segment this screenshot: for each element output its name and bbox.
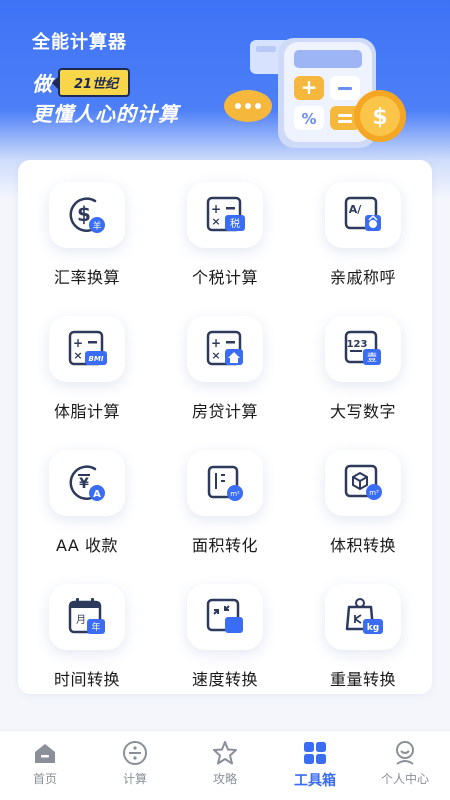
svg-text:m³: m³ [369, 489, 379, 497]
tool-volume-conversion[interactable]: m³ 体积转换 [294, 428, 432, 562]
slogan-line-1: 做 21世纪 [32, 68, 131, 97]
relatives-icon: A/ [325, 182, 401, 248]
svg-text:年: 年 [91, 621, 100, 633]
bottom-tab-bar: 首页 计算 攻略 工具箱 个人中心 [0, 730, 450, 800]
area-conversion-icon: m² [187, 450, 263, 516]
svg-text:A/: A/ [349, 203, 363, 216]
volume-conversion-icon: m³ [325, 450, 401, 516]
svg-text:123: 123 [347, 339, 368, 350]
svg-text:壹: 壹 [367, 351, 377, 364]
slogan-main: 更懂人心的计算 [32, 102, 179, 126]
mortgage-calculator-icon: + × [187, 316, 263, 382]
tool-capital-numbers[interactable]: 123 壹 大写数字 [294, 294, 432, 428]
speed-conversion-icon [187, 584, 263, 650]
tool-label: AA 收款 [56, 536, 118, 555]
tool-label: 亲戚称呼 [329, 268, 396, 287]
tool-speed-conversion[interactable]: 速度转换 [156, 562, 294, 696]
svg-text:羊: 羊 [92, 220, 101, 232]
svg-text:¥: ¥ [79, 476, 89, 492]
home-icon [35, 744, 55, 763]
svg-text:税: 税 [230, 217, 240, 230]
tool-area-conversion[interactable]: m² 面积转化 [156, 428, 294, 562]
slogan-prefix: 做 [32, 72, 52, 96]
tab-label: 计算 [122, 772, 147, 786]
tab-home[interactable]: 首页 [0, 731, 90, 800]
tab-guides[interactable]: 攻略 [180, 731, 270, 800]
tool-label: 汇率换算 [53, 268, 120, 287]
century-badge: 21世纪 [51, 68, 131, 97]
toolbox-icon [304, 742, 326, 764]
tab-label: 首页 [32, 772, 57, 786]
tool-time-conversion[interactable]: 月 年 时间转换 [18, 562, 156, 696]
time-conversion-icon: 月 年 [49, 584, 125, 650]
svg-text:×: × [73, 349, 82, 362]
tool-label: 面积转化 [191, 536, 258, 555]
svg-text:A: A [93, 489, 101, 500]
tool-relatives[interactable]: A/ 亲戚称呼 [294, 160, 432, 294]
tab-toolbox[interactable]: 工具箱 [270, 731, 360, 800]
tool-weight-conversion[interactable]: kg 重量转换 [294, 562, 432, 696]
divide-icon [123, 741, 147, 765]
star-icon [213, 741, 237, 765]
svg-text:%: % [301, 110, 316, 128]
svg-text:kg: kg [367, 623, 379, 633]
weight-conversion-icon: kg [325, 584, 401, 650]
svg-text:$: $ [77, 202, 91, 226]
tab-calculate[interactable]: 计算 [90, 731, 180, 800]
svg-text:+: + [211, 336, 221, 350]
tool-grid: $ 羊 汇率换算 + × 税 个税计算 A/ 亲戚称呼 + × BMI 体脂计算… [18, 160, 432, 696]
tool-label: 房贷计算 [191, 402, 258, 421]
svg-text:$: $ [372, 105, 387, 130]
tool-label: 时间转换 [53, 670, 120, 689]
tab-label: 攻略 [212, 772, 237, 786]
svg-text:+: + [73, 336, 83, 350]
profile-icon [396, 741, 414, 765]
bmi-calculator-icon: + × BMI [49, 316, 125, 382]
tool-mortgage-calculator[interactable]: + × 房贷计算 [156, 294, 294, 428]
tab-label: 个人中心 [380, 772, 429, 786]
calculator-illustration-icon: + % $ [224, 38, 406, 148]
svg-text:×: × [211, 349, 220, 362]
svg-text:m²: m² [230, 490, 240, 498]
split-bill-icon: ¥ A [49, 450, 125, 516]
tool-label: 重量转换 [329, 670, 396, 689]
tool-bmi-calculator[interactable]: + × BMI 体脂计算 [18, 294, 156, 428]
currency-exchange-icon: $ 羊 [49, 182, 125, 248]
tab-label: 工具箱 [294, 773, 336, 789]
svg-text:×: × [211, 215, 220, 228]
tool-label: 个税计算 [191, 268, 258, 287]
tax-calculator-icon: + × 税 [187, 182, 263, 248]
tool-label: 大写数字 [329, 402, 396, 421]
svg-text:BMI: BMI [89, 355, 104, 363]
tool-label: 速度转换 [191, 670, 258, 689]
capital-numbers-icon: 123 壹 [325, 316, 401, 382]
tab-profile[interactable]: 个人中心 [360, 731, 450, 800]
toolbox-card: $ 羊 汇率换算 + × 税 个税计算 A/ 亲戚称呼 + × BMI 体脂计算… [18, 160, 432, 694]
tool-tax-calculator[interactable]: + × 税 个税计算 [156, 160, 294, 294]
tool-split-bill[interactable]: ¥ A AA 收款 [18, 428, 156, 562]
tool-label: 体脂计算 [53, 402, 120, 421]
tool-currency-exchange[interactable]: $ 羊 汇率换算 [18, 160, 156, 294]
svg-text:月: 月 [76, 614, 86, 626]
tool-label: 体积转换 [329, 536, 396, 555]
svg-text:+: + [301, 75, 318, 99]
app-title: 全能计算器 [32, 32, 127, 53]
svg-text:+: + [211, 202, 221, 216]
